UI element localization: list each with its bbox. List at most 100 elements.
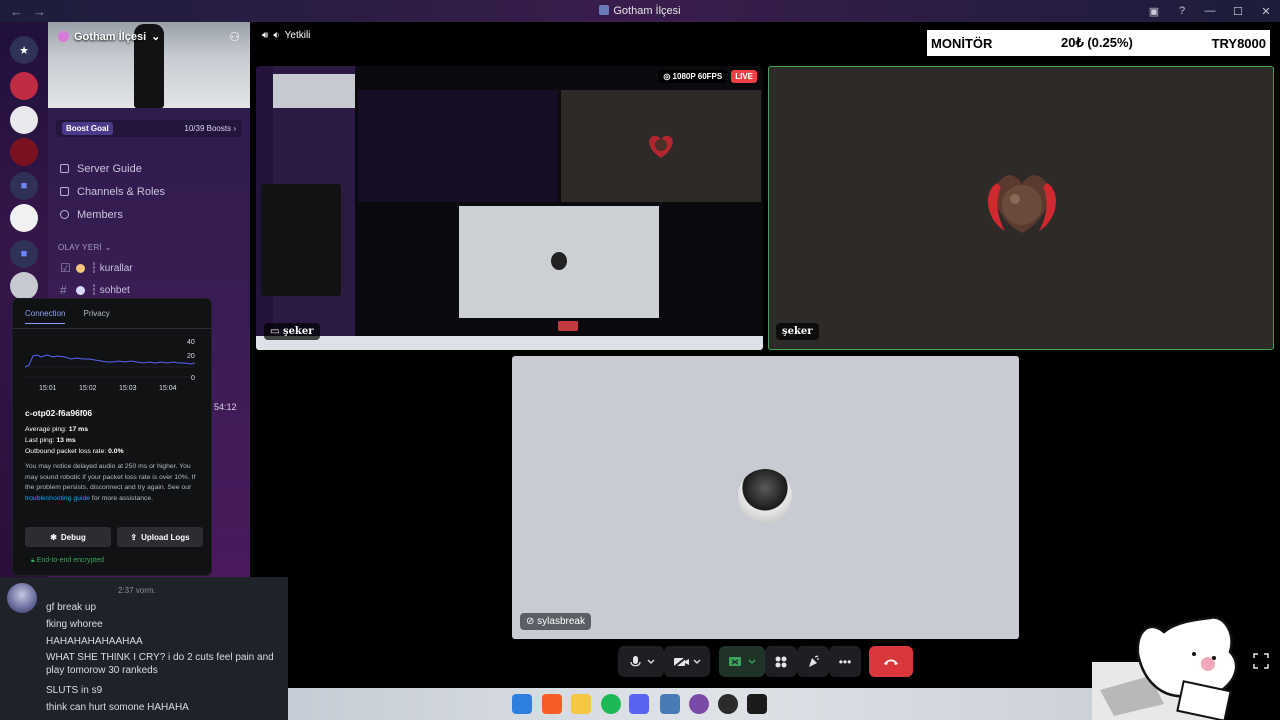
file-explorer-icon[interactable] <box>571 694 591 714</box>
graph-x-tick: 15:01 <box>39 385 57 392</box>
microphone-button[interactable] <box>618 646 664 677</box>
upload-logs-button[interactable]: ⇪ Upload Logs <box>117 527 203 547</box>
monitor-label: MONİTÖR <box>931 35 993 51</box>
screen-icon: ▭ <box>270 326 280 337</box>
server-avatar[interactable] <box>10 138 38 166</box>
tab-privacy[interactable]: Privacy <box>83 309 109 324</box>
boost-goal-bar[interactable]: Boost Goal 10/39 Boosts › <box>56 120 242 137</box>
inbox-icon[interactable]: ▣ <box>1140 5 1168 18</box>
spotify-icon[interactable] <box>601 694 621 714</box>
mini-hangup <box>558 321 578 331</box>
stream-screen-content <box>256 66 763 350</box>
voice-channel-name[interactable]: Yetkili <box>285 30 311 41</box>
chevron-down-icon: ⌄ <box>151 31 161 43</box>
server-badge-icon <box>58 31 69 42</box>
last-ping: Last ping: 13 ms <box>25 437 76 444</box>
boost-goal-label: Boost Goal <box>62 122 113 135</box>
heart-icon <box>649 135 673 158</box>
speaker-icon: 🔉︎ <box>273 30 280 41</box>
camera-button[interactable] <box>664 646 710 677</box>
maximize-icon[interactable]: ☐ <box>1224 5 1252 18</box>
forward-icon[interactable]: → <box>33 4 46 19</box>
screen-share-icon <box>729 656 756 666</box>
disconnect-button[interactable] <box>869 646 913 677</box>
server-avatar[interactable] <box>10 72 38 100</box>
tab-connection[interactable]: Connection <box>25 309 66 324</box>
avatar[interactable] <box>7 583 37 613</box>
troubleshooting-link[interactable]: troubleshooting guide <box>25 495 90 502</box>
server-icon <box>599 5 610 15</box>
bongo-cat-overlay <box>1092 616 1238 720</box>
stream-badges: ◎ 1080P 60FPS LIVE <box>658 70 757 83</box>
nav-arrows: ← → <box>0 4 46 19</box>
channel-category[interactable]: OLAY YERİ ⌄ <box>58 243 112 252</box>
chat-message: SLUTS in s9 <box>46 685 103 696</box>
stream-tile[interactable]: ◎ 1080P 60FPS LIVE ▭ şeker <box>256 66 763 350</box>
app-icon[interactable] <box>689 694 709 714</box>
encryption-status[interactable]: 🔒︎ End-to-end encrypted <box>31 557 104 565</box>
window-title: Gotham İlçesi <box>0 5 1280 17</box>
obs-icon[interactable] <box>718 694 738 714</box>
folder-icon[interactable]: ■ <box>10 172 38 200</box>
speaker-icon: 🔊︎ <box>262 30 269 41</box>
chat-message: fking whoree <box>46 619 103 630</box>
screen-share-button[interactable] <box>719 646 765 677</box>
camera-tile[interactable]: şeker <box>768 66 1274 350</box>
mini-user-tile <box>459 206 659 318</box>
connection-note: You may notice delayed audio at 250 ms o… <box>25 463 196 502</box>
close-icon[interactable]: ✕ <box>1252 5 1280 18</box>
server-avatar[interactable] <box>10 204 38 232</box>
soundboard-button[interactable] <box>797 646 829 677</box>
boost-progress: 10/39 Boosts › <box>184 124 236 133</box>
help-icon[interactable]: ? <box>1168 5 1196 17</box>
graph-x-tick: 15:04 <box>159 385 177 392</box>
server-id: c-otp02-f6a96f06 <box>25 408 93 418</box>
graph-y-tick: 0 <box>191 375 195 382</box>
server-avatar[interactable] <box>10 272 38 300</box>
activities-button[interactable] <box>765 646 797 677</box>
mini-popup <box>261 184 341 296</box>
windows-start-icon[interactable] <box>512 694 532 714</box>
muted-camera-icon: ⊘ <box>526 616 535 627</box>
debug-button[interactable]: ✱ Debug <box>25 527 111 547</box>
members-link[interactable]: Members <box>60 203 240 226</box>
soundboard-icon <box>809 654 819 667</box>
capcut-icon[interactable] <box>747 694 767 714</box>
avatar <box>738 469 792 523</box>
invite-icon[interactable]: ⚇ <box>229 30 240 44</box>
activities-icon <box>775 656 787 667</box>
app-root: ← → Gotham İlçesi ▣ ? — ☐ ✕ ★ ■ ■ Gotham… <box>0 0 1280 720</box>
live-badge: LIVE <box>731 70 757 83</box>
upload-icon: ⇪ <box>130 532 138 542</box>
camera-off-icon <box>672 654 701 669</box>
server-avatar[interactable] <box>10 106 38 134</box>
server-guide-link[interactable]: Server Guide <box>60 157 240 180</box>
mini-taskbar <box>256 336 763 350</box>
discord-icon[interactable] <box>629 694 649 714</box>
mini-camera <box>561 90 761 202</box>
user-tile[interactable]: ⊘ sylasbreak <box>512 356 1019 639</box>
server-name[interactable]: Gotham İlçesi ⌄ <box>58 30 160 43</box>
ping-line <box>25 354 196 368</box>
mini-screen <box>358 90 558 202</box>
checkbox-icon: ☑ <box>60 261 71 275</box>
folder-icon[interactable]: ■ <box>10 240 38 268</box>
channel-sohbet[interactable]: # ┆ sohbet <box>60 280 240 300</box>
server-links: Server Guide Channels & Roles Members <box>60 157 240 226</box>
minimize-icon[interactable]: — <box>1196 5 1224 17</box>
list-icon <box>60 187 69 196</box>
lock-icon: 🔒︎ <box>31 557 35 564</box>
graph-y-tick: 40 <box>187 339 195 346</box>
brave-browser-icon[interactable] <box>542 694 562 714</box>
chat-panel: 2:37 vorm. gf break up fking whoree HAHA… <box>0 577 288 720</box>
app-icon[interactable] <box>660 694 680 714</box>
stream-quality: ◎ 1080P 60FPS <box>658 70 728 83</box>
more-options-button[interactable]: ••• <box>829 646 861 677</box>
mini-avatar <box>551 252 567 270</box>
channels-roles-link[interactable]: Channels & Roles <box>60 180 240 203</box>
channel-kurallar[interactable]: ☑ ┆ kurallar <box>60 258 240 278</box>
server-banner[interactable]: Gotham İlçesi ⌄ ⚇ <box>48 22 250 108</box>
back-icon[interactable]: ← <box>10 4 23 19</box>
favorites-star-icon[interactable]: ★ <box>10 36 38 64</box>
window-controls: ▣ ? — ☐ ✕ <box>1140 0 1280 22</box>
